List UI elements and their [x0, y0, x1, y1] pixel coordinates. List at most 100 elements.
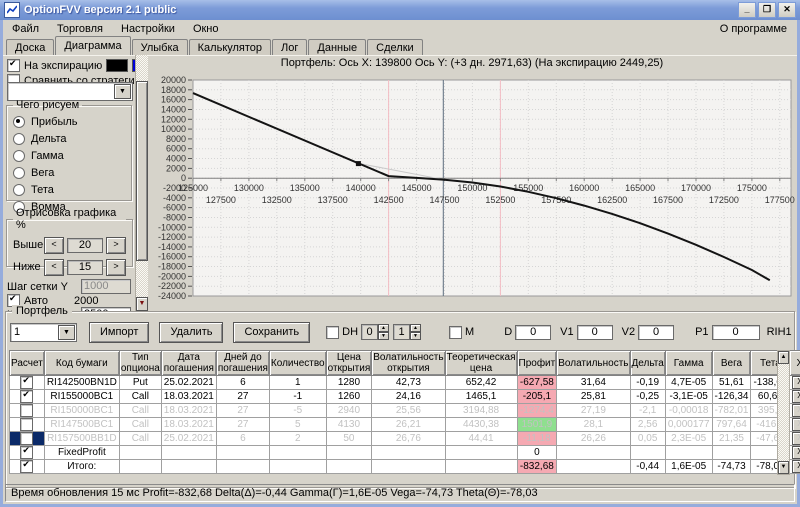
- row-calc-checkbox[interactable]: [20, 432, 34, 445]
- radio-vega[interactable]: Вега: [13, 164, 125, 181]
- v2-input[interactable]: 0: [638, 324, 675, 340]
- column-header[interactable]: X: [789, 350, 800, 376]
- column-header[interactable]: Дата погашения: [160, 350, 217, 376]
- save-button[interactable]: Сохранить: [233, 321, 311, 343]
- scrollbar-thumb[interactable]: [136, 81, 148, 261]
- delete-button[interactable]: Удалить: [159, 321, 224, 343]
- chevron-down-icon[interactable]: ▼: [114, 84, 131, 99]
- column-header[interactable]: Расчет: [9, 350, 45, 376]
- radio-profit[interactable]: Прибыль: [13, 113, 125, 130]
- row-calc-checkbox[interactable]: [20, 418, 34, 431]
- column-header[interactable]: Профит: [516, 350, 558, 376]
- above-decrement-button[interactable]: <: [44, 236, 64, 254]
- column-header[interactable]: Цена открытия: [325, 350, 373, 376]
- spinner-arrows[interactable]: ▲ ▼: [410, 324, 422, 340]
- spinner-up-icon[interactable]: ▲: [410, 324, 422, 332]
- column-header[interactable]: Вега: [711, 350, 752, 376]
- row-calc-cell[interactable]: [9, 417, 45, 432]
- row-calc-cell[interactable]: [9, 403, 45, 418]
- table-row: RI150000BC1 Call 18.03.2021 27 -5 2940 25,56 31…: [9, 403, 800, 418]
- p1-input[interactable]: 0: [711, 324, 760, 340]
- menu-settings[interactable]: Настройки: [112, 22, 184, 36]
- scrollbar-up-arrow-icon[interactable]: ▲: [778, 351, 789, 364]
- portfolio-combobox[interactable]: 1 ▼: [10, 322, 77, 342]
- scrollbar-down-arrow-icon[interactable]: ▼: [136, 297, 148, 311]
- radio-theta[interactable]: Тета: [13, 181, 125, 198]
- row-calc-checkbox[interactable]: [20, 376, 34, 389]
- radio-icon: [13, 183, 25, 196]
- table-cell: Call: [118, 403, 162, 418]
- scrollbar-down-arrow-icon[interactable]: ▼: [778, 461, 789, 474]
- maximize-button[interactable]: ❐: [758, 2, 776, 18]
- spinner-up-icon[interactable]: ▲: [378, 324, 390, 332]
- expiration-color-swatch-1[interactable]: [106, 59, 129, 72]
- row-calc-checkbox[interactable]: [20, 446, 34, 459]
- row-delete-button[interactable]: X: [792, 390, 800, 403]
- column-header[interactable]: Волатильность открытия: [371, 350, 446, 376]
- menu-file[interactable]: Файл: [3, 22, 48, 36]
- column-header[interactable]: Количество: [268, 350, 327, 376]
- column-header[interactable]: Дней до погашения: [215, 350, 270, 376]
- table-cell: 50: [325, 431, 373, 446]
- menu-window[interactable]: Окно: [184, 22, 228, 36]
- radio-icon: [13, 132, 25, 145]
- portfolio-combobox-value: 1: [14, 325, 21, 338]
- row-delete-button[interactable]: X: [792, 432, 800, 445]
- row-calc-checkbox[interactable]: [20, 390, 34, 403]
- column-header[interactable]: Теоретическая цена: [444, 350, 518, 376]
- tab-ulybka[interactable]: Улыбка: [131, 39, 188, 55]
- row-calc-cell[interactable]: [9, 445, 45, 460]
- close-button[interactable]: ✕: [778, 2, 796, 18]
- import-button[interactable]: Импорт: [89, 321, 150, 343]
- dh-checkbox[interactable]: [326, 325, 340, 339]
- tab-dannye[interactable]: Данные: [308, 39, 367, 55]
- menu-about[interactable]: О программе: [710, 22, 797, 36]
- d-input[interactable]: 0: [515, 324, 552, 340]
- svg-text:-10000: -10000: [158, 222, 186, 232]
- grid-y-input[interactable]: 1000: [81, 279, 131, 294]
- dh-spinner-1[interactable]: 0 ▲ ▼: [361, 324, 390, 340]
- row-calc-cell[interactable]: [9, 431, 45, 446]
- on-expiration-checkbox[interactable]: [7, 58, 20, 72]
- table-cell: 25,56: [371, 403, 446, 418]
- tab-log[interactable]: Лог: [272, 39, 308, 55]
- row-calc-checkbox[interactable]: [20, 404, 34, 417]
- row-delete-button[interactable]: X: [792, 376, 800, 389]
- row-calc-cell[interactable]: [9, 389, 45, 404]
- row-delete-button[interactable]: X: [792, 460, 800, 473]
- above-increment-button[interactable]: >: [106, 236, 126, 254]
- row-delete-button[interactable]: X: [792, 418, 800, 431]
- row-calc-cell[interactable]: [9, 375, 45, 390]
- row-delete-button[interactable]: X: [792, 404, 800, 417]
- row-delete-button[interactable]: X: [792, 446, 800, 459]
- below-decrement-button[interactable]: <: [44, 258, 64, 276]
- menu-trading[interactable]: Торговля: [48, 22, 112, 36]
- radio-gamma[interactable]: Гамма: [13, 147, 125, 164]
- minimize-button[interactable]: _: [738, 2, 756, 18]
- column-header[interactable]: Тип опциона: [118, 350, 162, 376]
- column-header[interactable]: Дельта: [629, 350, 666, 376]
- pl-chart[interactable]: -24000-22000-20000-18000-16000-14000-120…: [149, 74, 797, 312]
- column-header[interactable]: Код бумаги: [43, 350, 120, 376]
- spinner-arrows[interactable]: ▲ ▼: [378, 324, 390, 340]
- column-header[interactable]: Волатильность: [556, 350, 631, 376]
- m-checkbox[interactable]: [449, 325, 463, 339]
- below-increment-button[interactable]: >: [106, 258, 126, 276]
- row-calc-checkbox[interactable]: [20, 460, 34, 473]
- tab-doska[interactable]: Доска: [6, 39, 55, 55]
- table-cell: -11,18: [516, 431, 558, 446]
- spinner-down-icon[interactable]: ▼: [378, 332, 390, 340]
- titlebar[interactable]: OptionFVV версия 2.1 public _ ❐ ✕: [0, 0, 800, 20]
- tab-diagramma[interactable]: Диаграмма: [55, 36, 131, 55]
- tab-kalkulyator[interactable]: Калькулятор: [188, 39, 272, 55]
- spinner-down-icon[interactable]: ▼: [410, 332, 422, 340]
- dh-spinner-2[interactable]: 1 ▲ ▼: [393, 324, 422, 340]
- chevron-down-icon[interactable]: ▼: [58, 324, 75, 340]
- table-scrollbar[interactable]: ▲ ▼: [777, 350, 790, 475]
- left-panel-scrollbar[interactable]: ▼: [135, 55, 148, 311]
- radio-delta[interactable]: Дельта: [13, 130, 125, 147]
- column-header[interactable]: Гамма: [664, 350, 713, 376]
- v1-input[interactable]: 0: [576, 324, 613, 340]
- row-calc-cell[interactable]: [9, 459, 45, 474]
- tab-sdelki[interactable]: Сделки: [367, 39, 423, 55]
